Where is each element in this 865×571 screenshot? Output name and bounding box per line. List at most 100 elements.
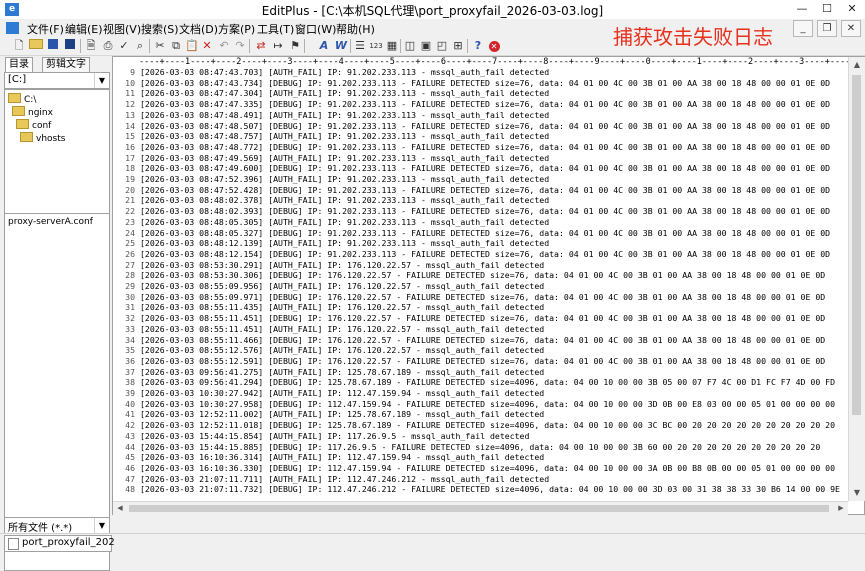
scroll-left-arrow-icon[interactable]: ◀	[113, 502, 127, 515]
line-text: [2026-03-03 10:30:27.942] [AUTH_FAIL] IP…	[140, 388, 545, 398]
spell-check-icon[interactable]: ✓	[116, 38, 132, 54]
print-icon[interactable]: ⎙	[100, 38, 116, 54]
scroll-right-arrow-icon[interactable]: ▶	[834, 502, 848, 515]
document-close-button[interactable]: ✕	[841, 20, 861, 37]
menu-view[interactable]: 视图(V)	[103, 21, 141, 37]
scroll-down-arrow-icon[interactable]: ▼	[849, 485, 865, 501]
toolbar-separator	[400, 39, 401, 53]
menu-project[interactable]: 方案(P)	[218, 21, 255, 37]
line-text: [2026-03-03 21:07:11.711] [AUTH_FAIL] IP…	[140, 473, 550, 484]
folder-tree[interactable]: C:\ nginx conf vhosts	[4, 89, 110, 214]
copy-icon[interactable]: ⧉	[168, 38, 184, 54]
line-number: 47	[125, 473, 135, 484]
word-wrap-icon[interactable]: W	[333, 38, 349, 54]
paste-icon[interactable]: 📋	[184, 38, 200, 54]
scroll-up-arrow-icon[interactable]: ▲	[849, 57, 865, 73]
close-button[interactable]: ✕	[839, 0, 865, 18]
tab-directory[interactable]: 目录	[5, 57, 33, 72]
line-text: [2026-03-03 21:07:11.732] [DEBUG] IP: 11…	[140, 484, 840, 495]
line-text: [2026-03-03 08:47:52.428] [DEBUG] IP: 91…	[140, 184, 831, 195]
tree-item-nginx[interactable]: nginx	[12, 106, 53, 118]
line-text: [2026-03-03 16:10:36.330] [DEBUG] IP: 11…	[140, 462, 836, 473]
menu-help[interactable]: 帮助(H)	[336, 21, 375, 37]
help-icon[interactable]: ?	[470, 38, 486, 54]
open-icon[interactable]	[28, 38, 44, 54]
minimize-button[interactable]: —	[789, 0, 815, 18]
menu-file[interactable]: 文件(F)	[27, 21, 64, 37]
line-number: 12	[125, 99, 135, 110]
full-screen-icon[interactable]: ◰	[434, 38, 450, 54]
ruler-icon[interactable]: ☰	[352, 38, 368, 54]
save-icon[interactable]	[45, 38, 61, 54]
line-number: 13	[125, 109, 135, 120]
line-number: 31	[125, 302, 135, 313]
chevron-down-icon[interactable]: ▼	[94, 73, 109, 88]
file-item[interactable]: proxy-serverA.conf	[8, 217, 93, 227]
column-icon[interactable]: ▦	[384, 38, 400, 54]
line-number: 17	[125, 152, 135, 163]
undo-icon[interactable]: ↶	[216, 38, 232, 54]
replace-icon[interactable]: ⇄	[253, 38, 269, 54]
folder-open-icon	[8, 93, 21, 103]
line-number: 40	[125, 398, 135, 409]
tab-clipboard-text[interactable]: 剪辑文字	[42, 57, 90, 72]
window-layout-icon[interactable]: ⊞	[450, 38, 466, 54]
line-text: [2026-03-03 08:48:12.154] [DEBUG] IP: 91…	[140, 248, 831, 259]
menu-tools[interactable]: 工具(T)	[257, 21, 294, 37]
file-filter-select[interactable]: 所有文件 (*.*) ▼	[4, 517, 110, 534]
maximize-button[interactable]: ☐	[814, 0, 840, 18]
line-text: [2026-03-03 08:53:30.306] [DEBUG] IP: 17…	[140, 270, 826, 281]
folder-icon	[20, 132, 33, 142]
print-preview-icon[interactable]: 🗎	[83, 38, 99, 54]
cut-icon[interactable]: ✂	[152, 38, 168, 54]
chevron-down-icon[interactable]: ▼	[94, 518, 109, 533]
horizontal-scrollbar[interactable]: ◀ ▶	[113, 501, 848, 515]
editor-text-area[interactable]: 9 [2026-03-03 08:47:43.703] [AUTH_FAIL] I…	[113, 67, 848, 501]
line-text: [2026-03-03 08:47:47.304] [AUTH_FAIL] IP…	[140, 88, 550, 99]
line-text: [2026-03-03 08:53:30.291] [AUTH_FAIL] IP…	[140, 259, 545, 270]
vertical-scroll-thumb[interactable]	[852, 75, 861, 415]
horizontal-scroll-thumb[interactable]	[129, 505, 829, 512]
italic-icon[interactable]: A	[316, 38, 332, 54]
menu-window[interactable]: 窗口(W)	[295, 21, 336, 37]
window-icon[interactable]: ▣	[418, 38, 434, 54]
document-restore-button[interactable]: ❐	[817, 20, 837, 37]
find-icon[interactable]: ⌕	[132, 38, 148, 54]
document-system-menu-icon[interactable]	[6, 22, 19, 34]
toolbar-separator	[80, 39, 81, 53]
menu-search[interactable]: 搜索(S)	[141, 21, 179, 37]
redo-icon[interactable]: ↷	[232, 38, 248, 54]
column-ruler: ----+----1----+----2----+----3----+----4…	[113, 57, 848, 67]
stop-icon[interactable]: ✕	[486, 38, 502, 54]
line-number: 48	[125, 484, 135, 495]
tree-item-vhosts[interactable]: vhosts	[20, 132, 65, 144]
delete-icon[interactable]: ✕	[199, 38, 215, 54]
tree-item-conf[interactable]: conf	[16, 119, 51, 131]
new-icon[interactable]: 🗋	[11, 38, 27, 54]
document-tab[interactable]: port_proxyfail_202	[4, 535, 115, 552]
menu-edit[interactable]: 编辑(E)	[65, 21, 103, 37]
line-text: [2026-03-03 08:47:48.507] [DEBUG] IP: 91…	[140, 120, 831, 131]
tree-item-c-drive[interactable]: C:\	[8, 93, 36, 105]
drive-select[interactable]: [C:] ▼	[4, 72, 110, 89]
line-number-icon[interactable]: 123	[368, 38, 384, 54]
line-number: 41	[125, 409, 135, 420]
editor-pane[interactable]: ----+----1----+----2----+----3----+----4…	[112, 56, 865, 515]
line-number: 45	[125, 452, 135, 463]
split-icon[interactable]: ◫	[402, 38, 418, 54]
line-text: [2026-03-03 08:55:11.451] [DEBUG] IP: 17…	[140, 313, 826, 324]
go-to-icon[interactable]: ↦	[270, 38, 286, 54]
document-minimize-button[interactable]: _	[793, 20, 813, 37]
menu-document[interactable]: 文档(D)	[179, 21, 218, 37]
save-all-icon[interactable]	[62, 38, 78, 54]
window-title: EditPlus - [C:\本机SQL代理\port_proxyfail_20…	[261, 4, 604, 18]
line-number: 22	[125, 206, 135, 217]
toolbar-separator	[350, 39, 351, 53]
line-text: [2026-03-03 08:47:47.335] [DEBUG] IP: 91…	[140, 99, 831, 110]
line-text: [2026-03-03 08:48:02.378] [AUTH_FAIL] IP…	[140, 195, 550, 206]
vertical-scrollbar[interactable]: ▲ ▼	[848, 57, 865, 501]
bold-icon[interactable]: ⚑	[287, 38, 303, 54]
line-number: 15	[125, 131, 135, 142]
line-text: [2026-03-03 16:10:36.314] [AUTH_FAIL] IP…	[140, 452, 545, 463]
line-number: 38	[125, 377, 135, 388]
